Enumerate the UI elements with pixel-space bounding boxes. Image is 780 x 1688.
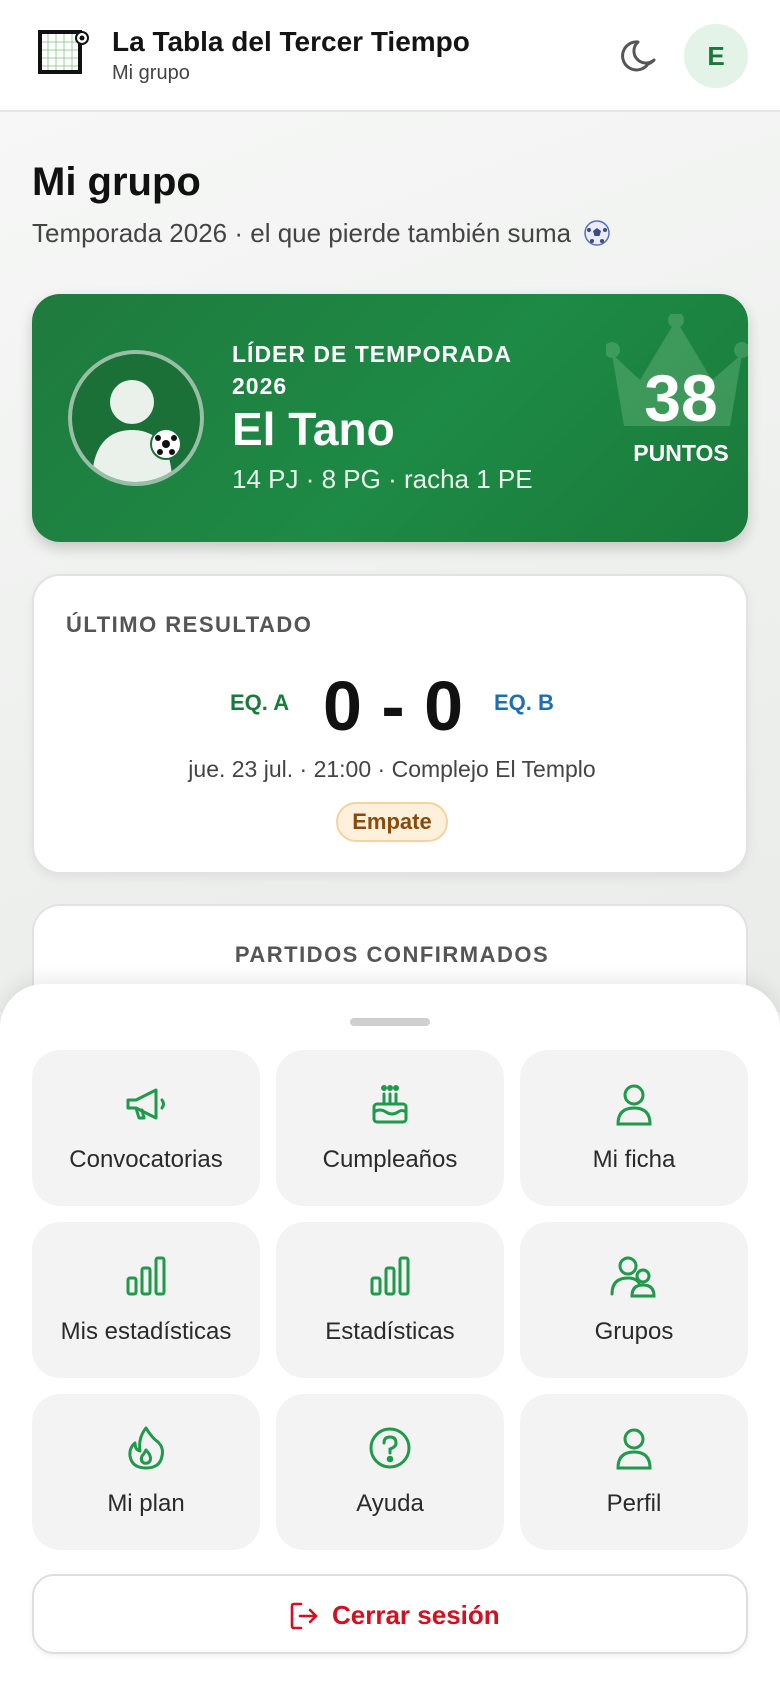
menu-item-perfil[interactable]: Perfil [520, 1394, 748, 1550]
season-leader-card[interactable]: LÍDER DE TEMPORADA 2026 El Tano 14 PJ · … [32, 294, 748, 542]
logout-icon [290, 1602, 318, 1630]
flame-icon [128, 1426, 164, 1470]
page-subtitle: Temporada 2026 · el que pierde también s… [32, 218, 611, 249]
bottom-sheet-menu: Convocatorias Cumpleaños Mi ficha Mis es… [0, 984, 780, 1688]
player-silhouette-icon [92, 380, 182, 482]
leader-name: El Tano [232, 403, 395, 455]
menu-item-ayuda[interactable]: Ayuda [276, 1394, 504, 1550]
menu-item-convocatorias[interactable]: Convocatorias [32, 1050, 260, 1206]
logout-button[interactable]: Cerrar sesión [32, 1574, 748, 1654]
result-status-badge: Empate [336, 802, 448, 842]
menu-item-grupos[interactable]: Grupos [520, 1222, 748, 1378]
sheet-drag-handle[interactable] [350, 1018, 430, 1026]
menu-item-label: Mi plan [107, 1490, 185, 1517]
user-avatar-button[interactable]: E [684, 24, 748, 88]
leader-points: 38 [644, 361, 718, 435]
menu-item-label: Perfil [606, 1490, 662, 1517]
help-circle-icon [369, 1427, 411, 1469]
page-title: Mi grupo [32, 160, 201, 204]
soccer-ball-icon [584, 220, 611, 246]
page-subtitle-text: Temporada 2026 · el que pierde también s… [32, 218, 572, 248]
moon-icon[interactable] [618, 34, 662, 78]
logo-icon [38, 30, 89, 74]
users-icon [610, 1256, 656, 1298]
logout-label: Cerrar sesión [332, 1600, 500, 1630]
menu-item-label: Cumpleaños [322, 1146, 458, 1173]
app-header: La Tabla del Tercer Tiempo Mi grupo E [0, 0, 780, 112]
menu-item-cumpleanos[interactable]: Cumpleaños [276, 1050, 504, 1206]
menu-item-mis-estadisticas[interactable]: Mis estadísticas [32, 1222, 260, 1378]
team-a-label: EQ. A [230, 690, 290, 715]
leader-avatar [68, 350, 204, 486]
app-title: La Tabla del Tercer Tiempo [112, 26, 470, 57]
menu-item-label: Ayuda [356, 1490, 424, 1517]
user-icon [616, 1084, 652, 1126]
match-meta: jue. 23 jul. · 21:00 · Complejo El Templ… [188, 756, 596, 782]
bar-chart-icon [126, 1256, 166, 1296]
menu-item-label: Mis estadísticas [60, 1318, 232, 1345]
megaphone-icon [126, 1088, 165, 1120]
confirmed-matches-title: PARTIDOS CONFIRMADOS [234, 942, 550, 967]
leader-label: LÍDER DE TEMPORADA 2026 [232, 341, 512, 399]
team-b-label: EQ. B [494, 690, 554, 715]
bar-chart-icon [370, 1256, 410, 1296]
menu-item-label: Convocatorias [69, 1146, 223, 1173]
cake-icon [372, 1085, 408, 1124]
menu-item-mi-ficha[interactable]: Mi ficha [520, 1050, 748, 1206]
menu-item-estadisticas[interactable]: Estadísticas [276, 1222, 504, 1378]
menu-item-label: Grupos [594, 1318, 674, 1345]
menu-item-label: Mi ficha [592, 1146, 676, 1173]
leader-points-label: PUNTOS [633, 440, 729, 466]
user-icon [616, 1428, 652, 1470]
app-subtitle: Mi grupo [112, 62, 190, 84]
menu-item-mi-plan[interactable]: Mi plan [32, 1394, 260, 1550]
last-result-card[interactable]: ÚLTIMO RESULTADO EQ. A 0 - 0 EQ. B jue. … [32, 574, 748, 874]
leader-stats: 14 PJ · 8 PG · racha 1 PE [232, 464, 533, 494]
match-score: 0 - 0 [322, 667, 464, 745]
menu-item-label: Estadísticas [325, 1318, 455, 1345]
last-result-title: ÚLTIMO RESULTADO [66, 612, 313, 637]
